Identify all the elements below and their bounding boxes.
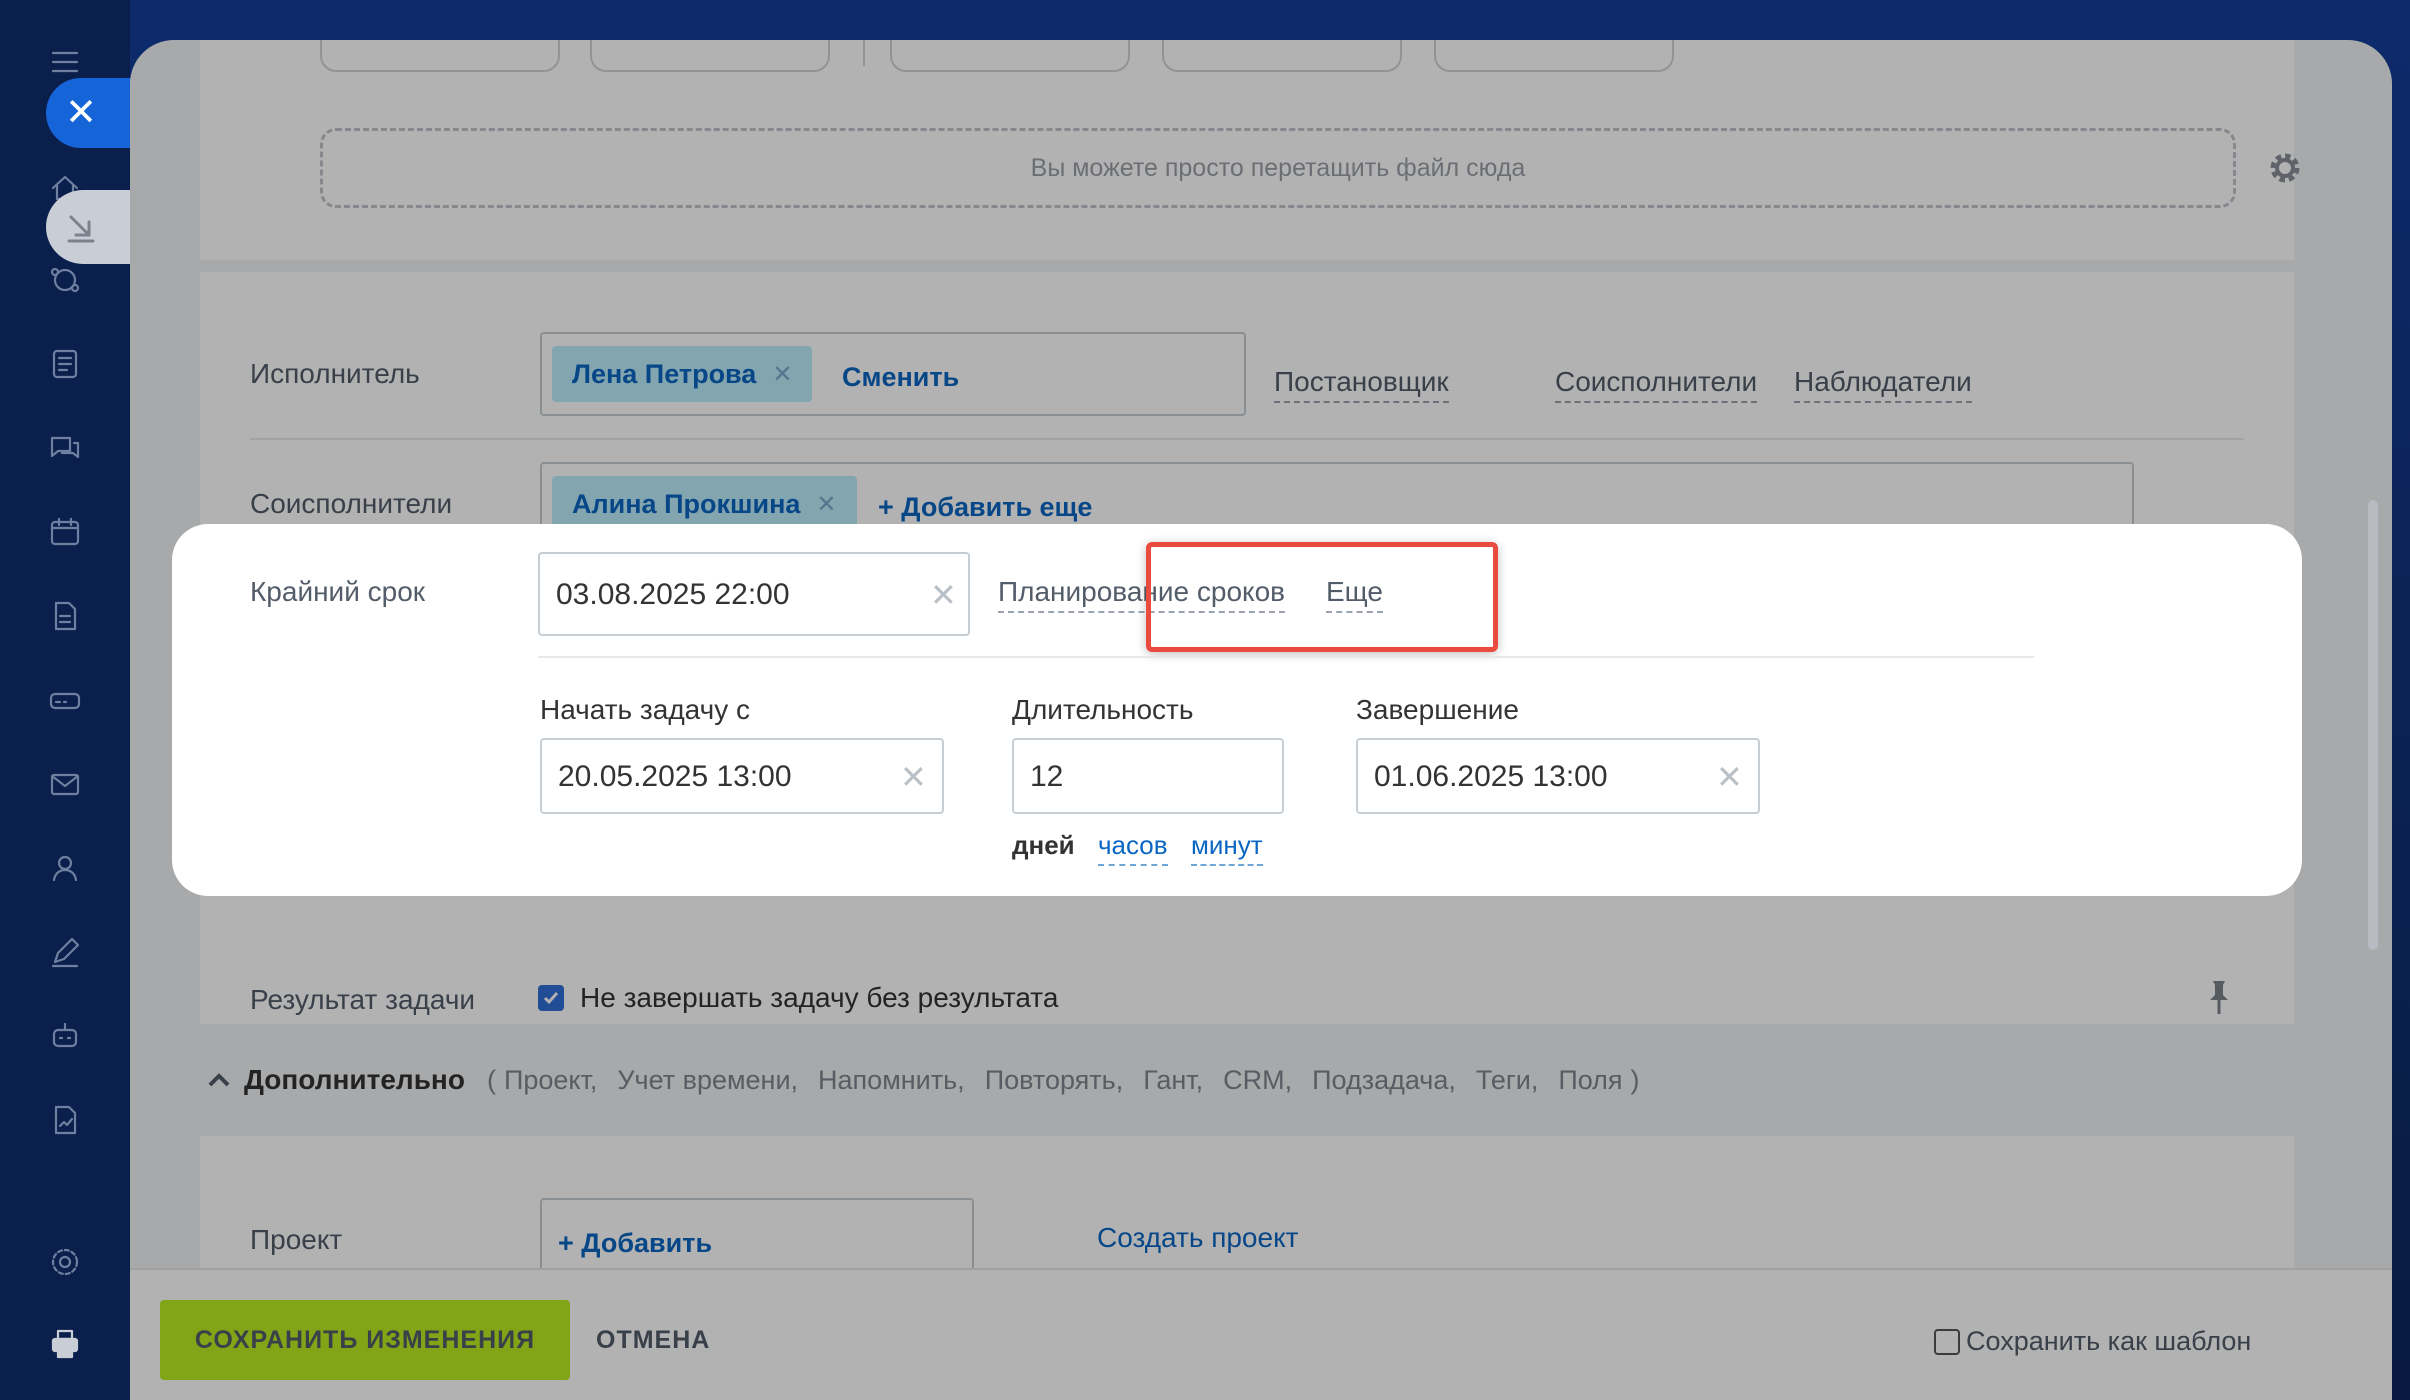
coassignee-chip-label: Алина Прокшина bbox=[572, 488, 801, 519]
settings-icon[interactable] bbox=[47, 1244, 83, 1280]
result-required-checkbox-row[interactable]: Не завершать задачу без результата bbox=[538, 982, 1058, 1014]
cancel-button[interactable]: ОТМЕНА bbox=[596, 1300, 710, 1380]
additional-item-repeat[interactable]: Повторять, bbox=[985, 1065, 1124, 1096]
google-docs-button[interactable] bbox=[890, 40, 1130, 72]
end-label: Завершение bbox=[1356, 694, 1519, 725]
coassignees-link[interactable]: Соисполнители bbox=[1555, 366, 1758, 403]
additional-section-header[interactable]: Дополнительно ( Проект, Учет времени, На… bbox=[206, 1064, 1640, 1096]
project-label: Проект bbox=[250, 1224, 343, 1255]
my-drive-button[interactable] bbox=[590, 40, 830, 72]
end-date-value: 01.06.2025 13:00 bbox=[1374, 760, 1608, 793]
additional-item-time[interactable]: Учет времени, bbox=[617, 1065, 798, 1096]
robot-icon[interactable] bbox=[47, 1018, 83, 1054]
row-divider bbox=[250, 438, 2244, 440]
scrollbar[interactable] bbox=[2368, 500, 2378, 950]
pin-icon[interactable] bbox=[2206, 978, 2232, 1016]
clear-icon[interactable]: ✕ bbox=[930, 576, 957, 614]
template-checkbox-box[interactable] bbox=[1934, 1328, 1960, 1355]
document-icon[interactable] bbox=[47, 598, 83, 634]
mail-icon[interactable] bbox=[47, 766, 83, 802]
additional-item-project[interactable]: Проект, bbox=[504, 1065, 597, 1096]
additional-item-crm[interactable]: CRM, bbox=[1223, 1065, 1292, 1096]
observers-link[interactable]: Наблюдатели bbox=[1794, 366, 1972, 403]
dropbox-button[interactable] bbox=[1434, 40, 1674, 72]
upload-divider bbox=[863, 40, 865, 66]
minimize-slider-button[interactable] bbox=[46, 190, 136, 264]
assignee-label: Исполнитель bbox=[250, 358, 420, 389]
assignee-chip[interactable]: Лена Петрова ✕ bbox=[552, 346, 813, 402]
additional-item-remind[interactable]: Напомнить, bbox=[818, 1065, 965, 1096]
create-project-link[interactable]: Создать проект bbox=[1097, 1222, 1298, 1254]
duration-unit-minutes[interactable]: минут bbox=[1191, 830, 1263, 866]
office365-button[interactable] bbox=[1162, 40, 1402, 72]
calendar-icon[interactable] bbox=[47, 514, 83, 550]
result-label: Результат задачи bbox=[250, 984, 476, 1015]
template-checkbox-label: Сохранить как шаблон bbox=[1966, 1326, 2252, 1356]
gear-icon[interactable] bbox=[2265, 148, 2305, 188]
sign-icon[interactable] bbox=[47, 1102, 83, 1138]
chat-icon[interactable] bbox=[47, 430, 83, 466]
printer-icon[interactable] bbox=[47, 1326, 83, 1362]
close-slider-button[interactable]: ✕ bbox=[46, 78, 136, 148]
paren-close: ) bbox=[1630, 1064, 1640, 1095]
duration-label: Длительность bbox=[1012, 694, 1194, 725]
start-label: Начать задачу с bbox=[540, 694, 750, 725]
duration-input[interactable]: 12 bbox=[1012, 738, 1284, 814]
start-date-input[interactable]: 20.05.2025 13:00 ✕ bbox=[540, 738, 944, 814]
deadline-value: 03.08.2025 22:00 bbox=[556, 578, 790, 611]
add-coassignee-link[interactable]: + Добавить еще bbox=[878, 492, 1092, 523]
deadline-label: Крайний срок bbox=[250, 576, 426, 607]
remove-icon[interactable]: ✕ bbox=[772, 360, 792, 389]
duration-unit-days[interactable]: дней bbox=[1012, 830, 1075, 861]
upload-button[interactable] bbox=[320, 40, 560, 72]
add-project-link[interactable]: + Добавить bbox=[558, 1228, 712, 1259]
highlight-frame bbox=[1146, 542, 1498, 652]
creator-link[interactable]: Постановщик bbox=[1274, 366, 1449, 403]
contacts-icon[interactable] bbox=[47, 850, 83, 886]
clear-icon[interactable]: ✕ bbox=[900, 758, 927, 796]
result-required-label: Не завершать задачу без результата bbox=[580, 982, 1059, 1013]
files-panel: Вы можете просто перетащить файл сюда bbox=[200, 40, 2300, 260]
assignee-field[interactable]: Лена Петрова ✕ Сменить bbox=[540, 332, 1246, 416]
additional-item-tags[interactable]: Теги, bbox=[1476, 1065, 1538, 1096]
paren-open: ( bbox=[486, 1064, 496, 1095]
pen-icon[interactable] bbox=[47, 934, 83, 970]
deadline-input[interactable]: 03.08.2025 22:00 ✕ bbox=[538, 552, 970, 636]
feed-icon[interactable] bbox=[47, 346, 83, 382]
additional-title: Дополнительно bbox=[244, 1064, 465, 1095]
row-divider bbox=[538, 656, 2034, 658]
duration-value: 12 bbox=[1030, 760, 1064, 793]
network-icon[interactable] bbox=[47, 262, 83, 298]
file-drop-zone[interactable]: Вы можете просто перетащить файл сюда bbox=[320, 128, 2236, 208]
remove-icon[interactable]: ✕ bbox=[816, 490, 836, 519]
change-assignee-link[interactable]: Сменить bbox=[842, 362, 959, 393]
start-date-value: 20.05.2025 13:00 bbox=[558, 760, 792, 793]
more-link[interactable]: Еще bbox=[1326, 576, 1383, 613]
additional-item-gantt[interactable]: Гант, bbox=[1143, 1065, 1203, 1096]
result-required-checkbox[interactable] bbox=[538, 985, 564, 1011]
end-date-input[interactable]: 01.06.2025 13:00 ✕ bbox=[1356, 738, 1760, 814]
footer-bar: СОХРАНИТЬ ИЗМЕНЕНИЯ ОТМЕНА Сохранить как… bbox=[130, 1268, 2392, 1400]
collapse-arrow-icon bbox=[67, 215, 95, 243]
additional-item-fields[interactable]: Поля bbox=[1558, 1065, 1622, 1096]
save-as-template-checkbox[interactable]: Сохранить как шаблон bbox=[1934, 1326, 2251, 1357]
clear-icon[interactable]: ✕ bbox=[1716, 758, 1743, 796]
assignee-chip-label: Лена Петрова bbox=[572, 358, 757, 389]
close-icon: ✕ bbox=[65, 92, 97, 134]
save-changes-button[interactable]: СОХРАНИТЬ ИЗМЕНЕНИЯ bbox=[160, 1300, 570, 1380]
checkmark-icon bbox=[543, 992, 559, 1005]
duration-unit-hours[interactable]: часов bbox=[1098, 830, 1168, 866]
chevron-up-icon bbox=[208, 1073, 230, 1087]
additional-item-subtask[interactable]: Подзадача, bbox=[1312, 1065, 1456, 1096]
drive-icon[interactable] bbox=[47, 682, 83, 718]
deadline-section-highlight: Крайний срок 03.08.2025 22:00 ✕ Планиров… bbox=[172, 524, 2302, 896]
menu-icon[interactable] bbox=[47, 44, 83, 80]
coassignees-label: Соисполнители bbox=[250, 488, 453, 519]
